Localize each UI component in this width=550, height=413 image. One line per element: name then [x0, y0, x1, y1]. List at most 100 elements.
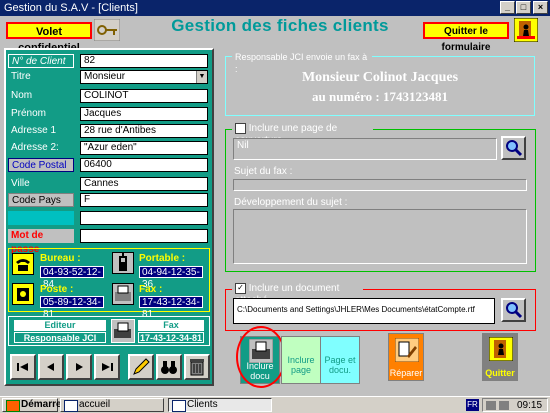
first-record-button[interactable]	[10, 354, 36, 380]
app-window-icon	[64, 400, 78, 412]
email-label: E-mail	[8, 211, 74, 225]
sujet-label: Sujet du fax :	[234, 166, 293, 177]
last-record-button[interactable]	[94, 354, 120, 380]
taskbar-item-label: Clients	[187, 399, 218, 410]
delete-button[interactable]	[184, 354, 210, 380]
start-button[interactable]: Démarrer	[2, 398, 65, 412]
quitter-label: Quitter	[485, 368, 515, 378]
developpement-field[interactable]	[233, 209, 527, 264]
password-field[interactable]	[80, 229, 208, 243]
browse-cover-button[interactable]	[501, 136, 526, 160]
page-et-docu-button[interactable]: Page et docu.	[320, 336, 360, 384]
bureau-value: 04-93-52-12-84	[40, 266, 104, 290]
start-label: Démarrer	[21, 399, 66, 410]
code-pays-label: Code Pays	[8, 193, 74, 207]
inclure-page-label: Inclure page	[287, 355, 315, 375]
ville-field[interactable]: Cannes	[80, 177, 208, 191]
titre-label: Titre	[11, 71, 31, 82]
next-record-button[interactable]	[66, 354, 92, 380]
send-fax-icon[interactable]	[111, 319, 135, 343]
system-tray: 09:15	[482, 398, 548, 412]
clock: 09:15	[517, 400, 543, 411]
quitter-formulaire-button[interactable]: Quitter le formulaire	[423, 22, 509, 53]
portable-label: Portable :	[139, 253, 186, 264]
fax-label: Fax :	[139, 284, 163, 295]
reparer-button[interactable]: Réparer	[388, 333, 424, 381]
phone-icon	[12, 253, 34, 275]
editeur-value: Responsable JCI	[14, 332, 106, 343]
recipient-name: Monsieur Colinot Jacques	[301, 70, 459, 85]
trash-icon	[190, 359, 204, 376]
editeur-fax-value: 17-43-12-34-81	[138, 332, 204, 343]
adresse2-label: Adresse 2:	[11, 142, 59, 153]
client-number-label: N° de Client	[8, 54, 74, 68]
fax-value: 17-43-12-34-81	[139, 296, 203, 320]
password-label: Mot de passe	[8, 229, 74, 255]
prenom-label: Prénom	[11, 108, 47, 119]
bureau-label: Bureau :	[40, 253, 81, 264]
previous-record-button[interactable]	[38, 354, 64, 380]
quitter-button[interactable]: Quitter	[482, 333, 518, 381]
adresse1-field[interactable]: 28 rue d'Antibes	[80, 124, 208, 138]
repair-tools-icon	[395, 338, 419, 362]
app-window-icon	[172, 400, 186, 412]
adresse1-label: Adresse 1	[11, 125, 57, 136]
adresse2-field[interactable]: "Azur eden"	[80, 141, 208, 155]
exit-door-icon[interactable]	[513, 17, 539, 43]
recipient-number: au numéro : 1743123481	[312, 89, 448, 104]
taskbar-item-accueil[interactable]: accueil	[60, 398, 164, 412]
magnifier-icon	[506, 140, 523, 157]
browse-doc-button[interactable]	[501, 298, 526, 322]
inclure-page-button[interactable]: Inclure page	[281, 336, 321, 384]
maximize-button[interactable]: □	[516, 1, 531, 14]
highlight-circle	[236, 326, 286, 388]
minimize-button[interactable]: _	[500, 1, 515, 14]
magnifier-icon	[506, 302, 523, 319]
code-postal-field[interactable]: 06400	[80, 158, 208, 172]
fax-icon	[112, 283, 134, 305]
exit-door-icon	[489, 337, 513, 361]
tray-icon[interactable]	[486, 401, 496, 410]
volet-confidentiel-button[interactable]: Volet confidentiel	[6, 22, 92, 54]
email-field[interactable]	[80, 211, 208, 225]
reparer-label: Réparer	[389, 368, 423, 378]
page-et-docu-label: Page et docu.	[324, 355, 356, 375]
last-record-icon	[102, 363, 113, 371]
close-button[interactable]: ×	[533, 1, 548, 14]
tray-icon[interactable]	[499, 401, 509, 410]
mobile-phone-icon	[112, 252, 134, 274]
chevron-down-icon[interactable]: ▼	[196, 71, 207, 83]
next-record-icon	[76, 363, 83, 371]
attached-doc-path[interactable]: C:\Documents and Settings\JHLER\Mes Docu…	[233, 298, 495, 324]
portable-value: 04-94-12-35-36	[139, 266, 203, 290]
prenom-field[interactable]: Jacques	[80, 107, 208, 121]
taskbar-item-clients[interactable]: Clients	[168, 398, 272, 412]
poste-value: 05-89-12-34-81	[40, 296, 104, 320]
key-icon[interactable]	[93, 18, 121, 42]
ville-label: Ville	[11, 178, 30, 189]
windows-logo-icon	[6, 400, 20, 412]
titre-value: Monsieur	[84, 71, 126, 82]
edit-button[interactable]	[128, 354, 154, 380]
client-number-field[interactable]: 82	[80, 54, 208, 68]
titre-select[interactable]: Monsieur ▼	[80, 70, 208, 84]
editeur-fax-label: Fax	[138, 320, 204, 331]
nom-label: Nom	[11, 90, 33, 101]
code-pays-field[interactable]: F	[80, 193, 208, 207]
code-postal-label: Code Postal	[8, 158, 74, 172]
cover-page-checkbox[interactable]	[235, 123, 246, 134]
language-indicator[interactable]: FR	[466, 399, 479, 411]
window-title: Gestion du S.A.V - [Clients]	[4, 2, 138, 14]
attached-doc-checkbox[interactable]: ✓	[235, 283, 246, 294]
developpement-label: Développement du sujet :	[234, 197, 348, 208]
sujet-field[interactable]	[233, 179, 527, 191]
first-record-icon	[17, 363, 28, 371]
taskbar-item-label: accueil	[79, 399, 111, 410]
binoculars-icon	[161, 361, 177, 374]
cover-page-field[interactable]: Nil	[233, 138, 497, 160]
pencil-icon	[133, 358, 150, 375]
editeur-label: Editeur	[14, 320, 106, 331]
nom-field[interactable]: COLINOT	[80, 89, 208, 103]
search-button[interactable]	[156, 354, 182, 380]
previous-record-icon	[47, 363, 54, 371]
